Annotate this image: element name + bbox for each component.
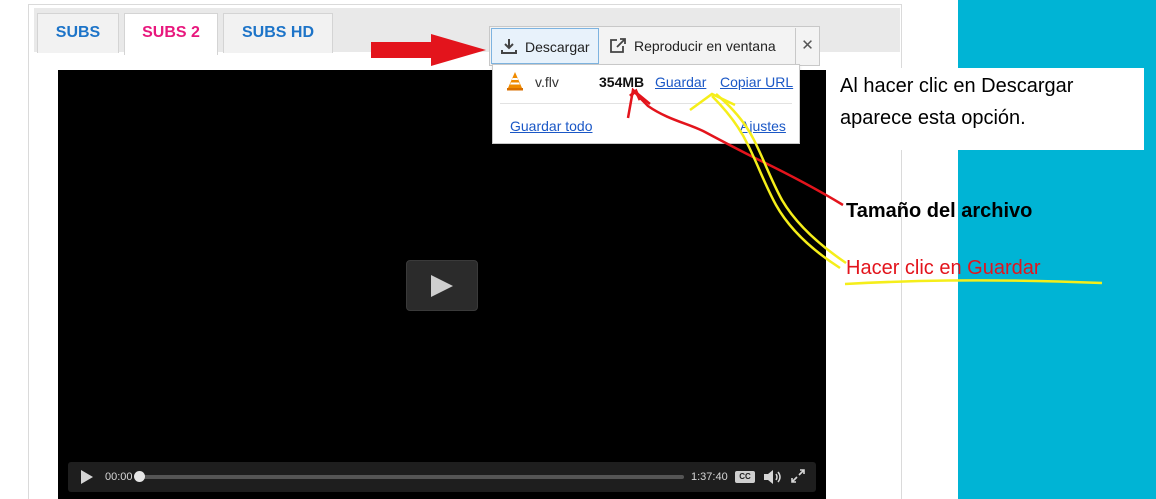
red-arrow-to-file-size: [626, 87, 844, 207]
yellow-arrow-to-save: [689, 92, 1103, 286]
annotation-arrows: [371, 34, 1103, 286]
red-arrow-to-download: [371, 34, 486, 66]
